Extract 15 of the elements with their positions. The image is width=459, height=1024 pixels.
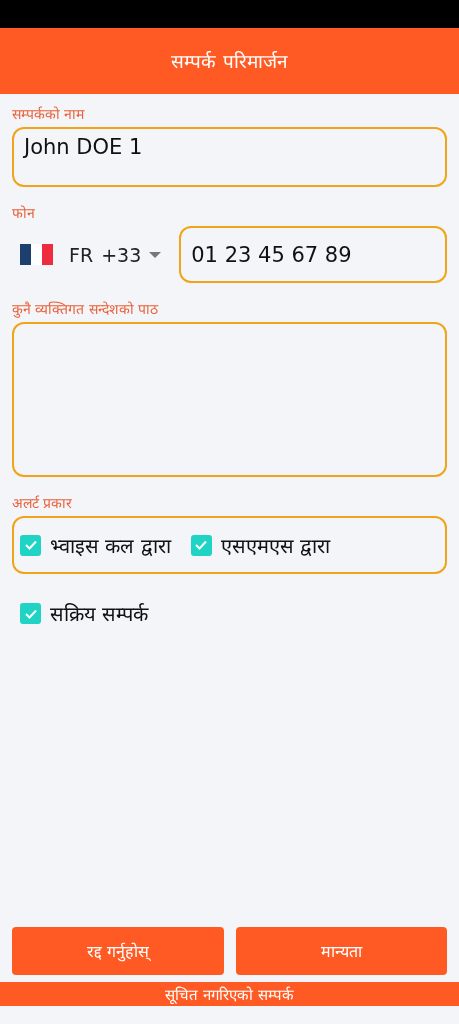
field-label: फोन (12, 204, 35, 222)
field-label: कुनै व्यक्तिगत सन्देशको पाठ (12, 300, 159, 318)
alert-checkbox[interactable]: एसएमएस द्वारा (190, 531, 331, 559)
message-text-area[interactable] (12, 322, 447, 477)
country-selector[interactable]: FR +33 (12, 243, 170, 266)
flag-icon (20, 244, 53, 265)
field-label: अलर्ट प्रकार (12, 494, 73, 512)
alert-checkbox[interactable]: भ्वाइस कल द्वारा (20, 531, 171, 559)
active-contact-checkbox[interactable]: सक्रिय सम्पर्क (12, 600, 149, 627)
banner-text: सूचित नगरिएको सम्पर्क (165, 985, 294, 1004)
phone-input-field[interactable]: 01 23 45 67 89 (179, 226, 447, 283)
field-label: सम्पर्कको नाम (12, 105, 85, 123)
screen-title: सम्पर्क परिमार्जन (171, 49, 288, 74)
name-input-field[interactable]: John DOE 1 (12, 127, 447, 187)
dropdown-caret-icon (149, 251, 162, 258)
